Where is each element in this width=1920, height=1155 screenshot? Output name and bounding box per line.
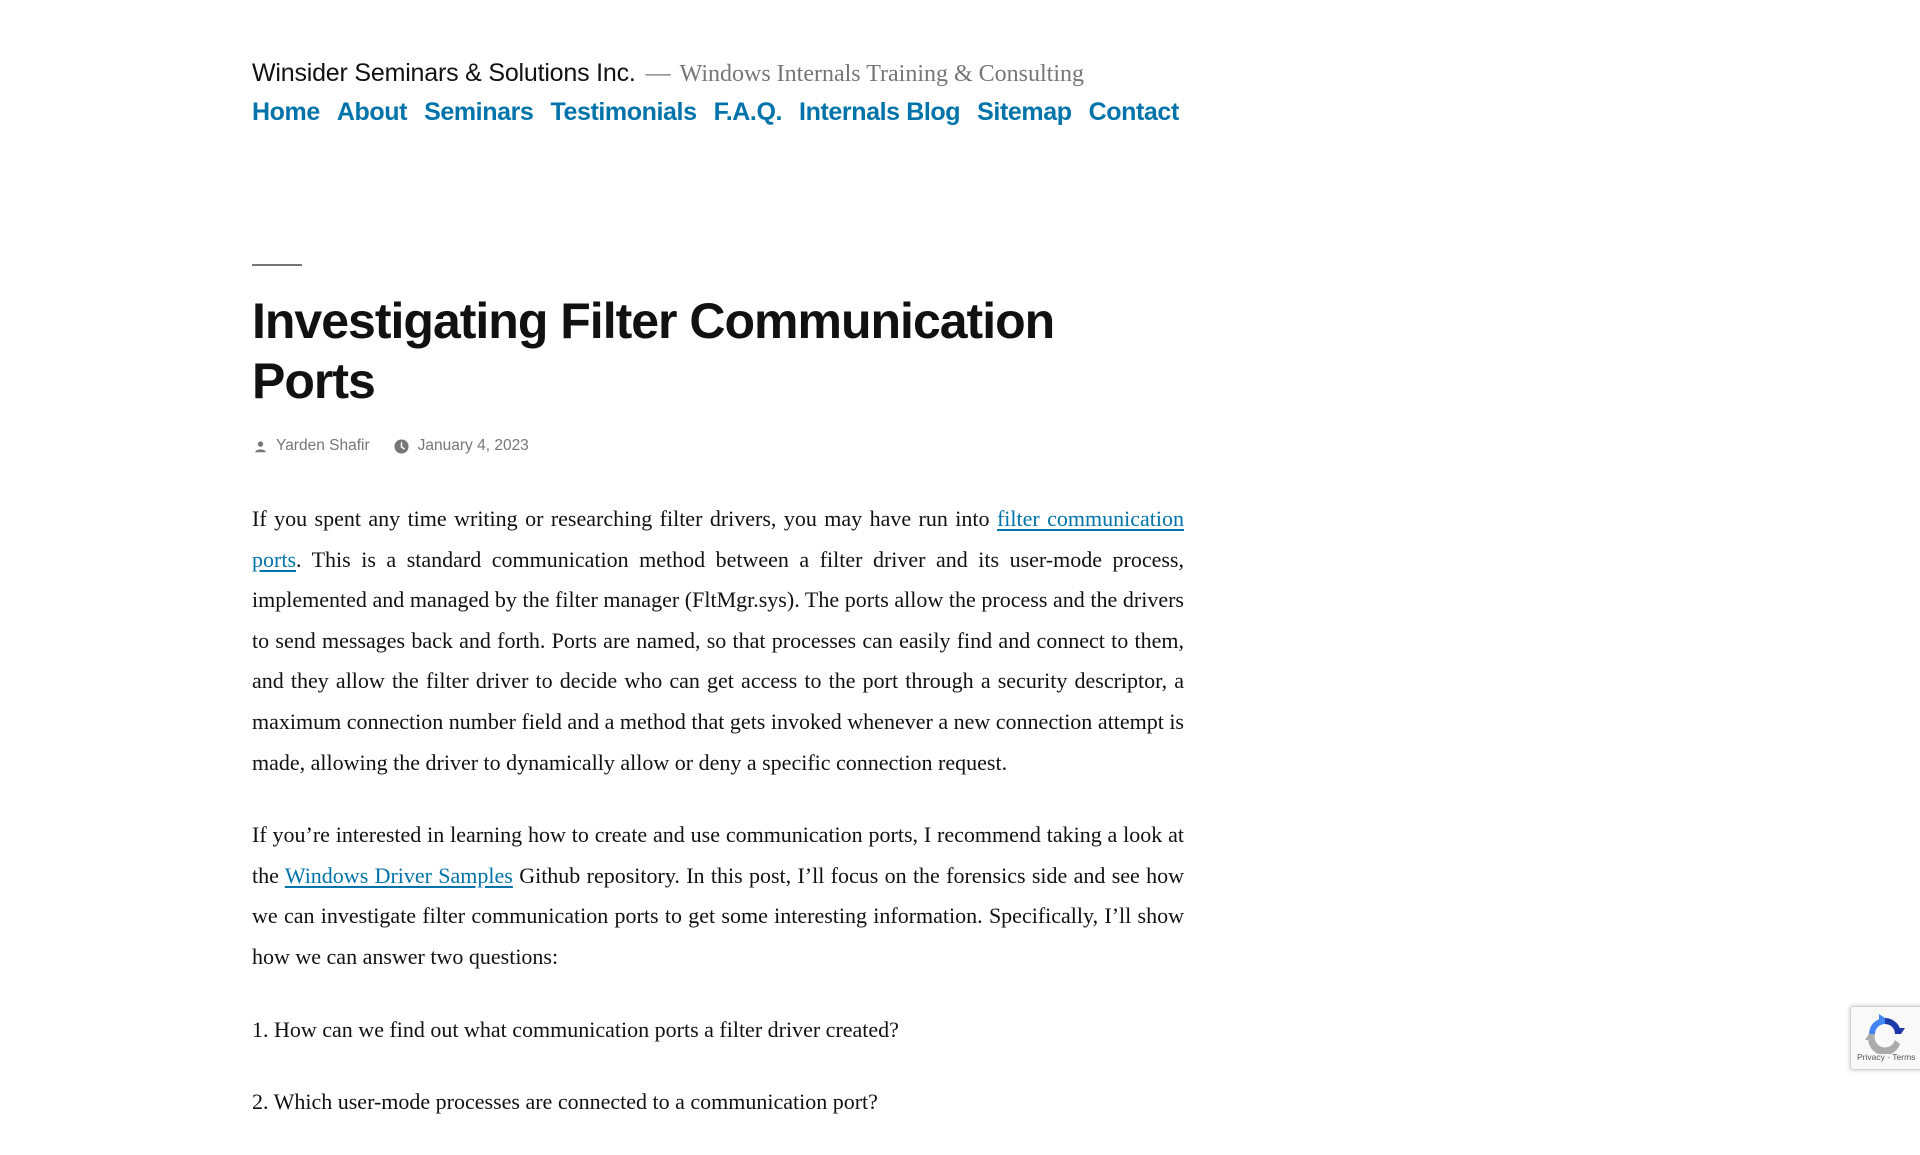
post-content: If you spent any time writing or researc… [252, 499, 1184, 1123]
windows-driver-samples-link[interactable]: Windows Driver Samples [285, 863, 513, 888]
clock-icon [394, 438, 410, 454]
nav-testimonials[interactable]: Testimonials [550, 97, 697, 127]
nav-home[interactable]: Home [252, 97, 320, 127]
author-link[interactable]: Yarden Shafir [276, 437, 370, 455]
recaptcha-badge[interactable]: Privacy - Terms [1850, 1006, 1920, 1070]
main-navigation: Home About Seminars Testimonials F.A.Q. … [252, 97, 1252, 127]
post-title: Investigating Filter Communication Ports [252, 293, 1055, 409]
site-branding: Winsider Seminars & Solutions Inc. — Windo… [252, 58, 1252, 89]
post-meta: Yarden Shafir January 4, 2023 [252, 437, 1184, 455]
paragraph-text: . This is a standard communication metho… [252, 546, 1184, 775]
site-description: Windows Internals Training & Consulting [679, 61, 1085, 87]
site-title-link[interactable]: Winsider Seminars & Solutions Inc. [252, 59, 636, 87]
question-item: 1. How can we find out what communicatio… [252, 1016, 899, 1042]
date-link[interactable]: January 4, 2023 [418, 437, 529, 455]
recaptcha-privacy-terms[interactable]: Privacy - Terms [1857, 1052, 1915, 1062]
nav-sitemap[interactable]: Sitemap [977, 97, 1072, 127]
paragraph-samples: If you’re interested in learning how to … [252, 815, 1184, 977]
title-divider [252, 264, 302, 266]
title-separator: — [645, 60, 671, 87]
person-icon [252, 438, 268, 454]
recaptcha-icon [1865, 1014, 1905, 1056]
site-header: Winsider Seminars & Solutions Inc. — Windo… [252, 58, 1252, 127]
nav-about[interactable]: About [337, 97, 408, 127]
post-date: January 4, 2023 [394, 437, 529, 455]
blog-post: Investigating Filter Communication Ports… [252, 264, 1184, 1155]
question-item: 2. Which user-mode processes are connect… [252, 1089, 878, 1115]
post-author: Yarden Shafir [252, 437, 370, 455]
nav-internals-blog[interactable]: Internals Blog [799, 97, 960, 127]
nav-seminars[interactable]: Seminars [424, 97, 534, 127]
nav-faq[interactable]: F.A.Q. [714, 97, 783, 127]
nav-contact[interactable]: Contact [1089, 97, 1180, 127]
paragraph-intro: If you spent any time writing or researc… [252, 499, 1184, 783]
paragraph-text: If you spent any time writing or researc… [252, 506, 997, 531]
